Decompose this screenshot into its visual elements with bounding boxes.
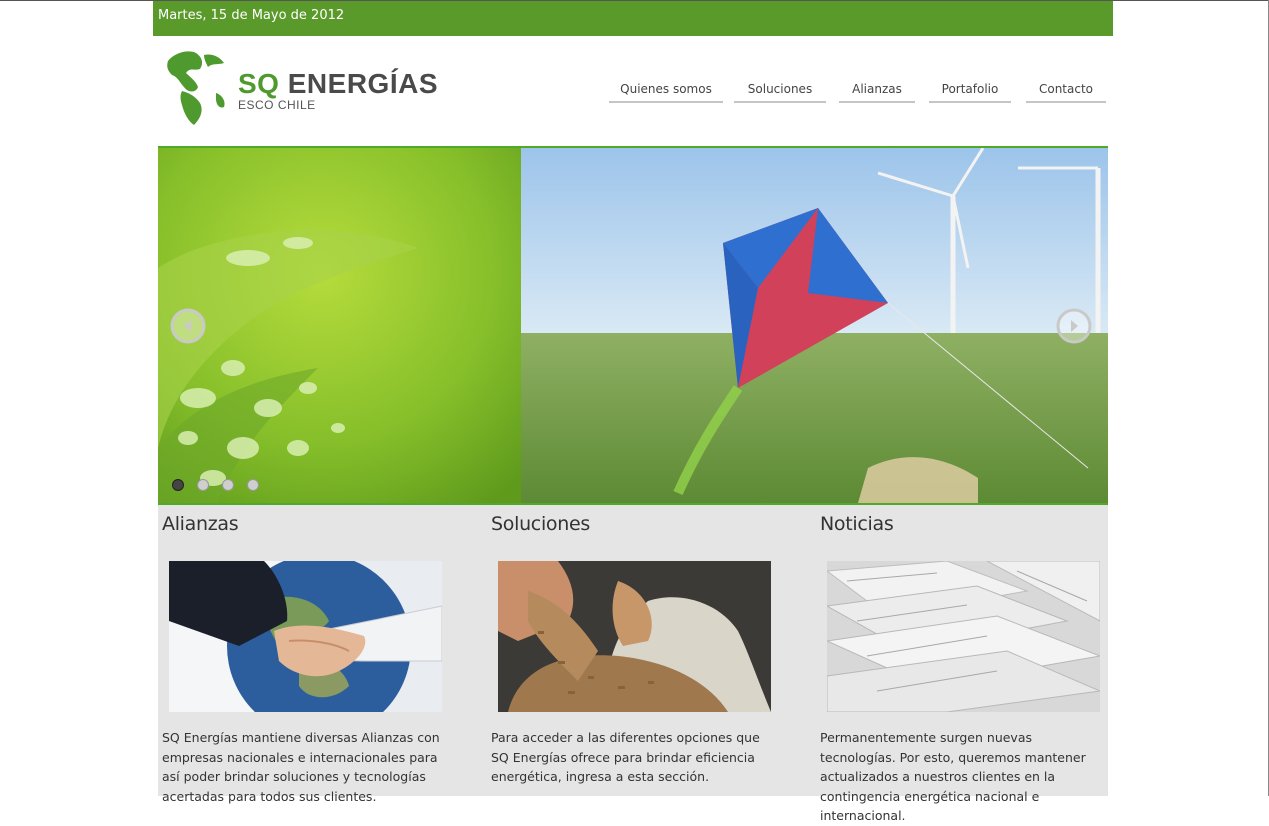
logo-title-sq: SQ [238, 68, 280, 99]
logo-title-energias: ENERGÍAS [287, 68, 438, 99]
logo-title: SQ ENERGÍAS [238, 69, 438, 99]
chevron-left-icon [170, 308, 206, 344]
nav-item-soluciones[interactable]: Soluciones [734, 79, 826, 103]
date-bar: Martes, 15 de Mayo de 2012 [153, 1, 1113, 36]
wood-pellets-image[interactable] [498, 561, 771, 712]
section-title[interactable]: Soluciones [491, 513, 590, 535]
slider-dot-4[interactable] [247, 479, 259, 491]
section-alianzas: Alianzas SQ Energías mantiene diversas A… [158, 505, 458, 804]
nav-item-quienes-somos[interactable]: Quienes somos [609, 79, 723, 103]
handshake-globe-image[interactable] [169, 561, 442, 712]
content-panel: Alianzas SQ Energías mantiene diversas A… [158, 505, 1108, 823]
slider-dot-3[interactable] [222, 479, 234, 491]
newspapers-image[interactable] [827, 561, 1100, 712]
slider-dot-1[interactable] [172, 479, 184, 491]
globe-icon [162, 49, 238, 125]
section-text: Para acceder a las diferentes opciones q… [491, 730, 760, 784]
hero-slider[interactable] [158, 146, 1108, 505]
nav-item-portafolio[interactable]: Portafolio [929, 79, 1011, 103]
nav-item-alianzas[interactable]: Alianzas [839, 79, 915, 103]
section-title[interactable]: Alianzas [162, 513, 239, 535]
slider-dot-2[interactable] [197, 479, 209, 491]
slide-image [158, 148, 1108, 503]
section-noticias: Noticias Permanentemente surgen nuevas t… [816, 505, 1116, 823]
section-title[interactable]: Noticias [820, 513, 894, 535]
slider-prev-button[interactable] [170, 308, 206, 344]
slider-next-button[interactable] [1056, 308, 1092, 344]
section-soluciones: Soluciones Para acceder a las diferentes… [487, 505, 787, 796]
page-container: Martes, 15 de Mayo de 2012 SQ ENERGÍAS E… [153, 1, 1113, 823]
current-date: Martes, 15 de Mayo de 2012 [158, 8, 345, 23]
section-text: Permanentemente surgen nuevas tecnología… [820, 730, 1086, 823]
section-text: SQ Energías mantiene diversas Alianzas c… [162, 730, 440, 804]
site-logo[interactable]: SQ ENERGÍAS ESCO CHILE [160, 47, 460, 129]
logo-subtitle: ESCO CHILE [238, 98, 316, 112]
nav-item-contacto[interactable]: Contacto [1026, 79, 1106, 103]
chevron-right-icon [1056, 308, 1092, 344]
